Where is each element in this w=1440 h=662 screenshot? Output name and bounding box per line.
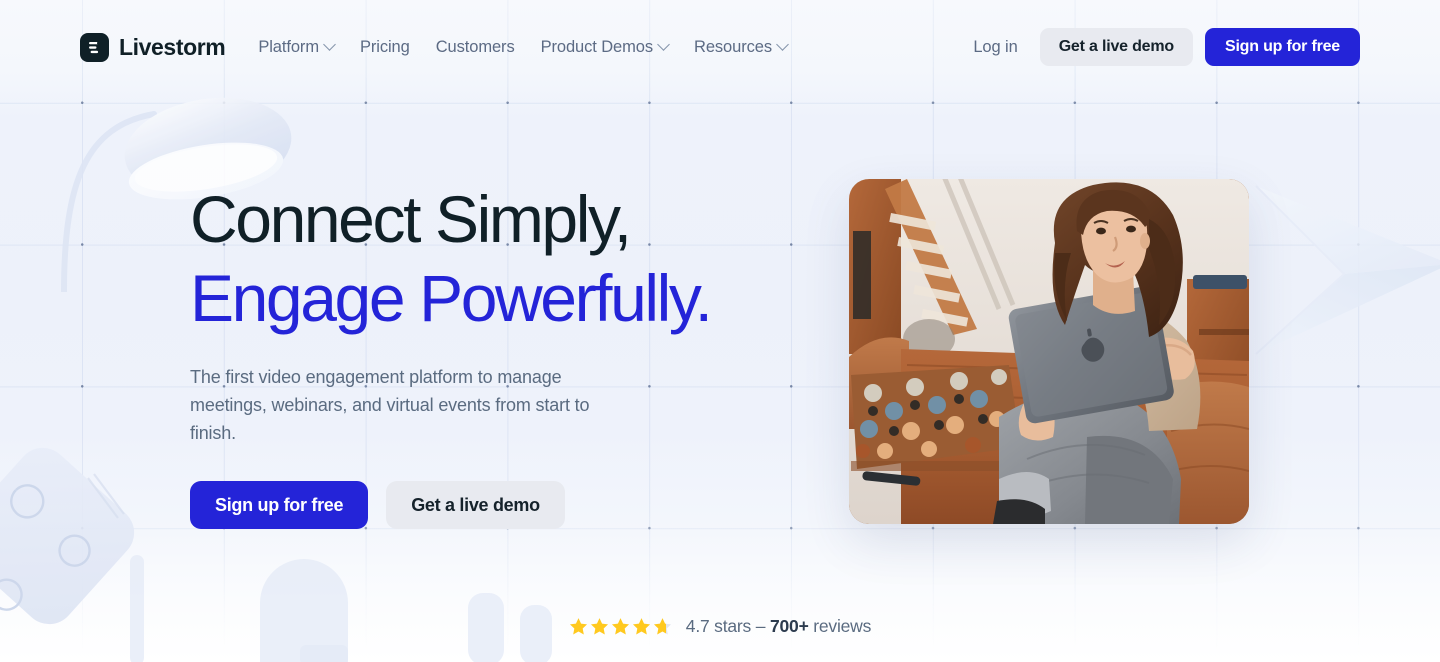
brand-logo[interactable]: Livestorm: [80, 32, 226, 62]
star-icon-1: [569, 618, 587, 635]
hero-copy: Connect Simply, Engage Powerfully. The f…: [190, 180, 810, 529]
nav-label: Resources: [694, 37, 772, 56]
nav-item-customers[interactable]: Customers: [436, 38, 515, 57]
chevron-down-icon: [776, 37, 789, 51]
nav-label: Customers: [435, 37, 515, 56]
star-rating: [569, 617, 672, 636]
star-icon-4: [632, 618, 650, 635]
hero-cta-row: Sign up for free Get a live demo: [190, 481, 810, 529]
headline-line-2: Engage Powerfully.: [190, 261, 713, 335]
hero-sign-up-for-free-button[interactable]: Sign up for free: [190, 481, 369, 529]
nav-item-product-demos[interactable]: Product Demos: [540, 37, 670, 57]
sign-up-for-free-button[interactable]: Sign up for free: [1204, 28, 1360, 66]
get-a-live-demo-button[interactable]: Get a live demo: [1039, 28, 1193, 66]
chevron-down-icon: [657, 37, 670, 51]
headline-line-1: Connect Simply,: [190, 182, 632, 256]
livestorm-mark-icon: [80, 32, 109, 62]
page-title: Connect Simply, Engage Powerfully.: [190, 180, 810, 338]
rating-block: 4.7 stars – 700+ reviews: [0, 616, 1440, 637]
nav-item-platform[interactable]: Platform: [258, 37, 336, 57]
hero-section: Connect Simply, Engage Powerfully. The f…: [0, 94, 1440, 662]
nav-label: Platform: [258, 37, 319, 56]
header-actions: Log in Get a live demo Sign up for free: [963, 28, 1360, 66]
rating-count: 700+: [769, 616, 809, 636]
login-link[interactable]: Log in: [963, 38, 1027, 57]
nav-label: Product Demos: [540, 37, 654, 56]
main-navigation: Platform Pricing Customers Product Demos…: [258, 37, 789, 57]
brand-name: Livestorm: [119, 33, 226, 60]
hero-image: [849, 179, 1249, 524]
nav-item-pricing[interactable]: Pricing: [360, 38, 410, 57]
site-header: Livestorm Platform Pricing Customers Pro…: [0, 0, 1440, 94]
landing-page: Livestorm Platform Pricing Customers Pro…: [0, 0, 1440, 662]
rating-reviews-label: reviews: [808, 616, 872, 636]
hero-get-a-live-demo-button[interactable]: Get a live demo: [386, 481, 565, 529]
rating-score: 4.7 stars –: [685, 616, 770, 636]
chevron-down-icon: [323, 37, 336, 51]
star-icon-5-partial: [653, 618, 671, 635]
star-icon-3: [611, 618, 629, 635]
nav-label: Pricing: [359, 37, 410, 56]
star-icon-2: [590, 618, 608, 635]
hero-subheading: The first video engagement platform to m…: [190, 367, 590, 443]
rating-text: 4.7 stars – 700+ reviews: [685, 616, 872, 637]
nav-item-resources[interactable]: Resources: [694, 37, 789, 57]
